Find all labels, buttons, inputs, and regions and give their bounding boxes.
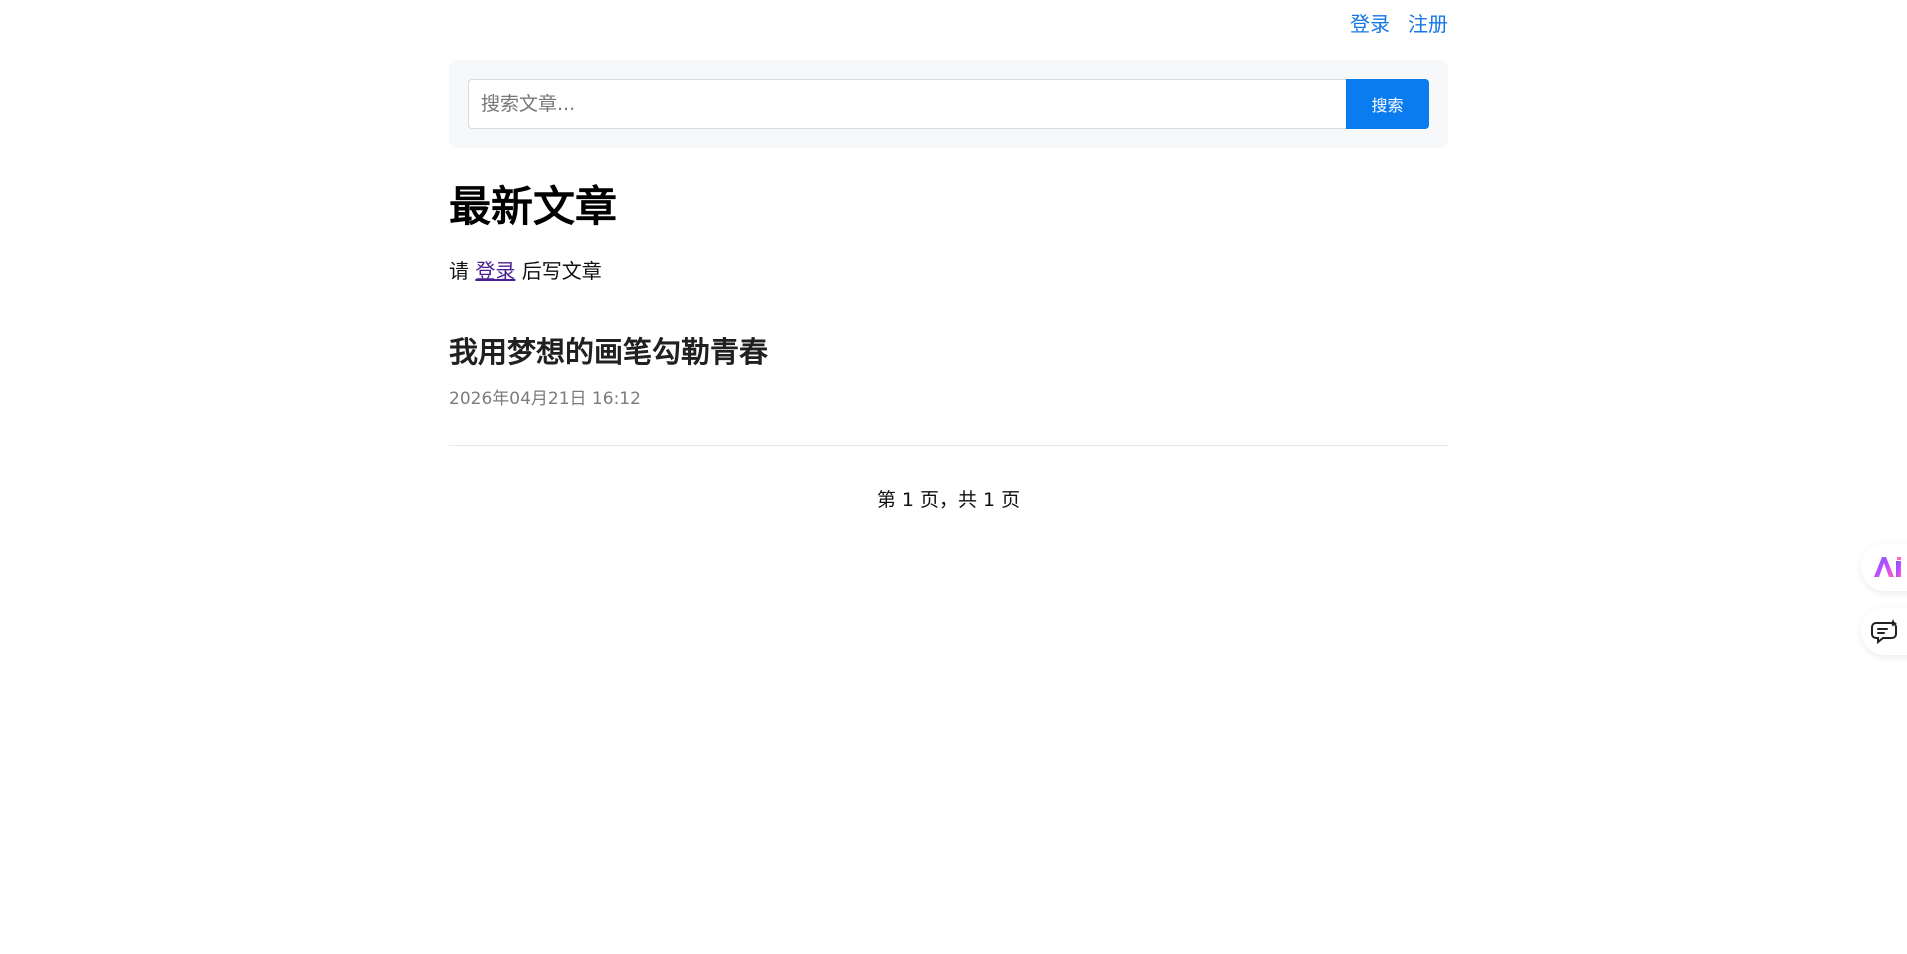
article-item: 我用梦想的画笔勾勒青春 2026年04月21日 16:12 <box>449 332 1448 446</box>
content-container: 登录 注册 搜索 最新文章 请 登录 后写文章 我用梦想的画笔勾勒青春 2026… <box>449 0 1448 512</box>
chat-side-widget[interactable] <box>1861 607 1907 655</box>
article-date: 2026年04月21日 16:12 <box>449 389 641 409</box>
search-button[interactable]: 搜索 <box>1346 79 1429 129</box>
login-prompt: 请 登录 后写文章 <box>449 256 1448 286</box>
page: 登录 注册 搜索 最新文章 请 登录 后写文章 我用梦想的画笔勾勒青春 2026… <box>0 0 1907 954</box>
search-input[interactable] <box>468 79 1346 129</box>
search-panel: 搜索 <box>449 60 1448 148</box>
login-prompt-prefix: 请 <box>449 259 469 283</box>
prompt-login-link[interactable]: 登录 <box>475 259 515 283</box>
chat-sparkle-icon <box>1871 619 1897 645</box>
login-link[interactable]: 登录 <box>1350 8 1390 37</box>
pagination-status: 第 1 页，共 1 页 <box>876 489 1021 511</box>
login-prompt-suffix: 后写文章 <box>521 259 602 283</box>
article-title-link[interactable]: 我用梦想的画笔勾勒青春 <box>449 332 1448 372</box>
register-link[interactable]: 注册 <box>1408 8 1448 37</box>
page-title: 最新文章 <box>449 182 618 231</box>
top-navigation: 登录 注册 <box>449 0 1448 44</box>
ai-logo-icon <box>1874 557 1901 577</box>
ai-side-widget[interactable] <box>1861 543 1907 591</box>
